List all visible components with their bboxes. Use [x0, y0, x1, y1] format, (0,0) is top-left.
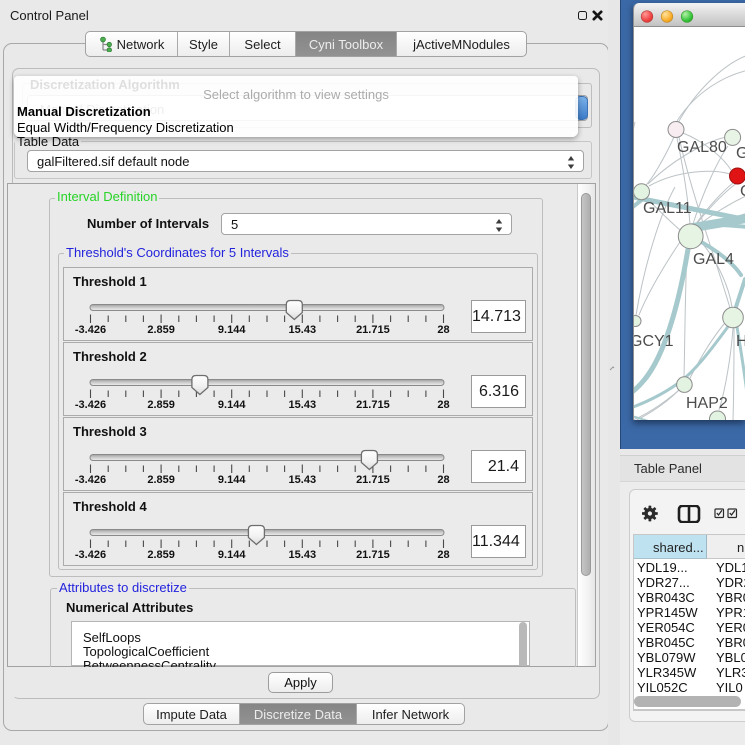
- svg-text:GAL80: GAL80: [677, 139, 727, 156]
- svg-text:9.144: 9.144: [218, 399, 246, 411]
- svg-text:-3.426: -3.426: [75, 324, 106, 336]
- svg-text:28: 28: [437, 474, 449, 486]
- svg-text:15.43: 15.43: [289, 324, 317, 336]
- svg-text:21.715: 21.715: [356, 474, 390, 486]
- svg-text:21.715: 21.715: [356, 549, 390, 561]
- svg-text:21.715: 21.715: [356, 399, 390, 411]
- svg-text:9.144: 9.144: [218, 324, 246, 336]
- svg-text:GA: GA: [736, 145, 745, 162]
- svg-text:9.144: 9.144: [218, 549, 246, 561]
- svg-text:-3.426: -3.426: [75, 474, 106, 486]
- svg-text:H: H: [736, 333, 745, 350]
- svg-text:15.43: 15.43: [289, 549, 317, 561]
- svg-text:2.859: 2.859: [147, 324, 175, 336]
- svg-text:HAP2: HAP2: [686, 395, 728, 412]
- svg-text:28: 28: [437, 549, 449, 561]
- svg-text:28: 28: [437, 399, 449, 411]
- svg-text:2.859: 2.859: [147, 549, 175, 561]
- svg-text:21.715: 21.715: [356, 324, 390, 336]
- svg-text:2.859: 2.859: [147, 399, 175, 411]
- svg-text:C: C: [740, 183, 745, 200]
- svg-text:15.43: 15.43: [289, 399, 317, 411]
- svg-text:28: 28: [437, 324, 449, 336]
- svg-text:GCY1: GCY1: [633, 333, 674, 350]
- svg-text:-3.426: -3.426: [75, 399, 106, 411]
- svg-text:9.144: 9.144: [218, 474, 246, 486]
- svg-text:15.43: 15.43: [289, 474, 317, 486]
- svg-text:GAL11: GAL11: [643, 200, 692, 217]
- svg-text:-3.426: -3.426: [75, 549, 106, 561]
- svg-text:2.859: 2.859: [147, 474, 175, 486]
- svg-text:GAL4: GAL4: [693, 251, 734, 268]
